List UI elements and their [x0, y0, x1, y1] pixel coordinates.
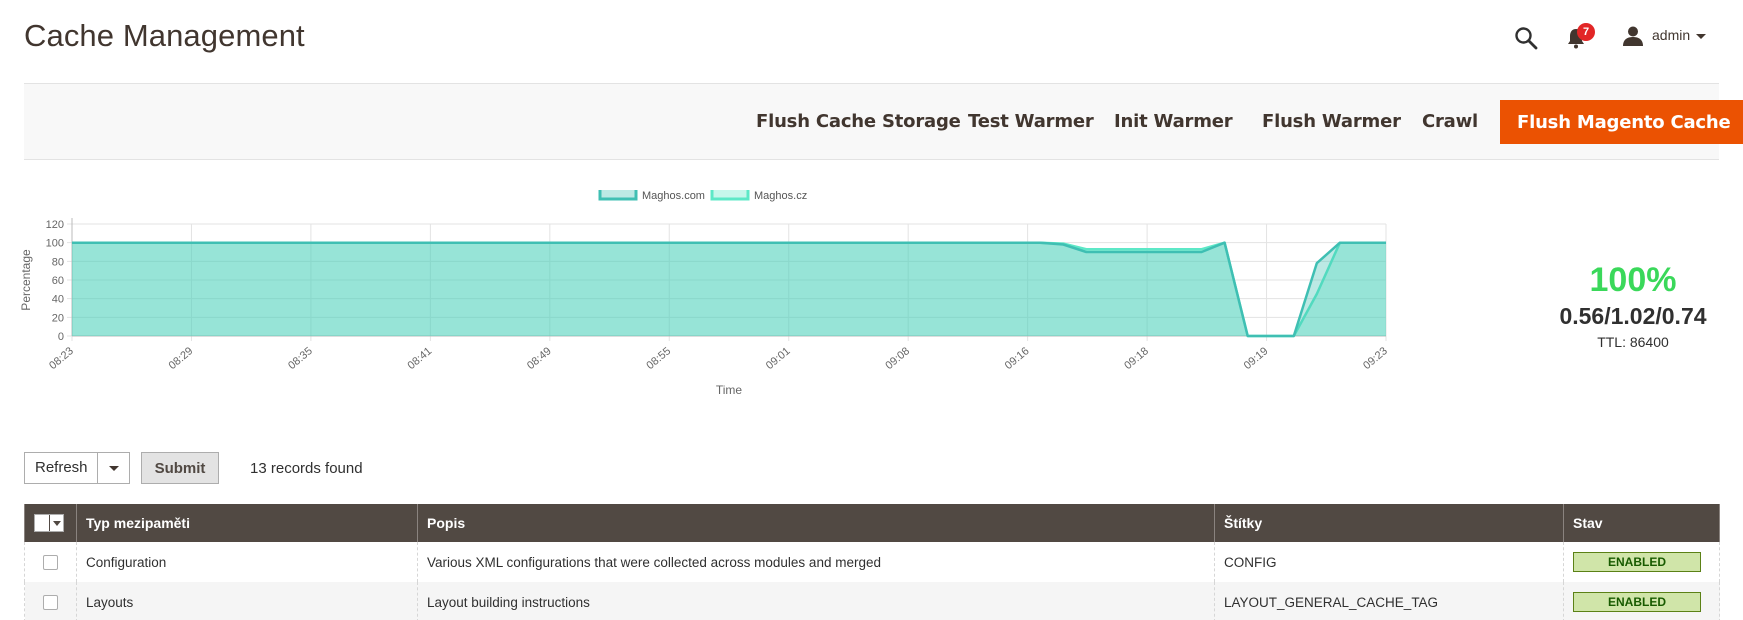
column-header-type: Typ mezipaměti	[76, 504, 418, 542]
legend-label: Maghos.com	[642, 190, 705, 202]
cache-percent: 100%	[1589, 261, 1677, 299]
legend-swatch	[710, 185, 750, 201]
x-tick-label: 08:23	[47, 345, 76, 372]
mass-action-toggle[interactable]	[97, 453, 129, 483]
cache-stats: 100% 0.56/1.02/0.74 TTL: 86400	[1548, 260, 1718, 352]
row-type: Configuration	[76, 542, 418, 582]
page-title: Cache Management	[24, 18, 305, 53]
flush-cache-storage-button[interactable]: Flush Cache Storage	[756, 100, 961, 144]
caret-down-icon	[109, 466, 119, 471]
row-description: Various XML configurations that were col…	[417, 542, 1215, 582]
column-header-tags: Štítky	[1214, 504, 1564, 542]
x-tick-label: 09:08	[883, 345, 912, 372]
mass-select-header[interactable]	[24, 504, 77, 542]
y-tick-label: 20	[52, 312, 64, 324]
server-load: 0.56/1.02/0.74	[1559, 303, 1707, 329]
y-tick-label: 0	[58, 331, 64, 343]
x-tick-label: 09:16	[1003, 345, 1032, 372]
x-tick-label: 08:41	[405, 345, 434, 372]
y-tick-label: 120	[46, 219, 64, 231]
flush-warmer-button[interactable]: Flush Warmer	[1262, 100, 1401, 144]
x-tick-label: 08:49	[525, 345, 554, 372]
user-icon[interactable]	[1622, 25, 1644, 47]
flush-magento-cache-button[interactable]: Flush Magento Cache	[1500, 100, 1743, 144]
mass-action-select[interactable]: Refresh	[24, 452, 130, 484]
series-area	[72, 242, 1386, 336]
y-tick-label: 40	[52, 294, 64, 306]
y-tick-label: 100	[46, 238, 64, 250]
caret-down-icon[interactable]	[1696, 34, 1706, 39]
crawl-button[interactable]: Crawl	[1422, 100, 1478, 144]
x-tick-label: 09:23	[1361, 345, 1390, 372]
table-row[interactable]: Configuration Various XML configurations…	[24, 542, 1720, 582]
table-row[interactable]: Layouts Layout building instructions LAY…	[24, 582, 1720, 620]
status-badge: ENABLED	[1573, 552, 1701, 572]
test-warmer-button[interactable]: Test Warmer	[968, 100, 1094, 144]
status-badge: ENABLED	[1573, 592, 1701, 612]
y-tick-label: 80	[52, 256, 64, 268]
submit-button[interactable]: Submit	[141, 452, 219, 484]
notification-count-badge[interactable]: 7	[1577, 23, 1595, 41]
page-actions-bar: Flush Cache Storage Test Warmer Init War…	[24, 83, 1743, 160]
grid-header-row: Typ mezipaměti Popis Štítky Stav	[24, 504, 1720, 542]
row-type: Layouts	[76, 582, 418, 620]
y-axis-title: Percentage	[20, 249, 33, 311]
y-tick-label: 60	[52, 275, 64, 287]
chart-svg: 0 20 40 60 80 100 120 08:23 08:29 08:35 08:41 08:49…	[19, 185, 1390, 397]
cache-warmup-chart: 0 20 40 60 80 100 120 08:23 08:29 08:35 08:41 08:49…	[19, 185, 1550, 450]
x-tick-label: 09:01	[764, 345, 793, 372]
init-warmer-button[interactable]: Init Warmer	[1114, 100, 1233, 144]
user-name[interactable]: admin	[1652, 27, 1690, 43]
mass-action-value: Refresh	[35, 459, 88, 476]
x-tick-label: 09:19	[1242, 345, 1271, 372]
legend-label: Maghos.cz	[754, 190, 807, 202]
row-checkbox[interactable]	[43, 594, 58, 610]
x-tick-label: 09:18	[1122, 345, 1151, 372]
records-found: 13 records found	[250, 460, 363, 477]
column-header-status: Stav	[1563, 504, 1720, 542]
column-header-description: Popis	[417, 504, 1215, 542]
x-tick-label: 08:29	[167, 345, 196, 372]
row-checkbox[interactable]	[43, 554, 58, 570]
row-tags: LAYOUT_GENERAL_CACHE_TAG	[1214, 582, 1564, 620]
caret-down-icon	[53, 521, 61, 527]
row-tags: CONFIG	[1214, 542, 1564, 582]
row-description: Layout building instructions	[417, 582, 1215, 620]
x-tick-label: 08:35	[286, 345, 315, 372]
x-axis-title: Time	[716, 383, 743, 397]
mass-select-checkbox[interactable]	[34, 514, 64, 533]
x-tick-label: 08:55	[644, 345, 673, 372]
search-icon[interactable]	[1514, 26, 1538, 50]
cache-types-grid: Typ mezipaměti Popis Štítky Stav Configu…	[24, 504, 1720, 620]
cache-ttl: TTL: 86400	[1597, 334, 1669, 350]
legend-swatch	[598, 185, 638, 201]
